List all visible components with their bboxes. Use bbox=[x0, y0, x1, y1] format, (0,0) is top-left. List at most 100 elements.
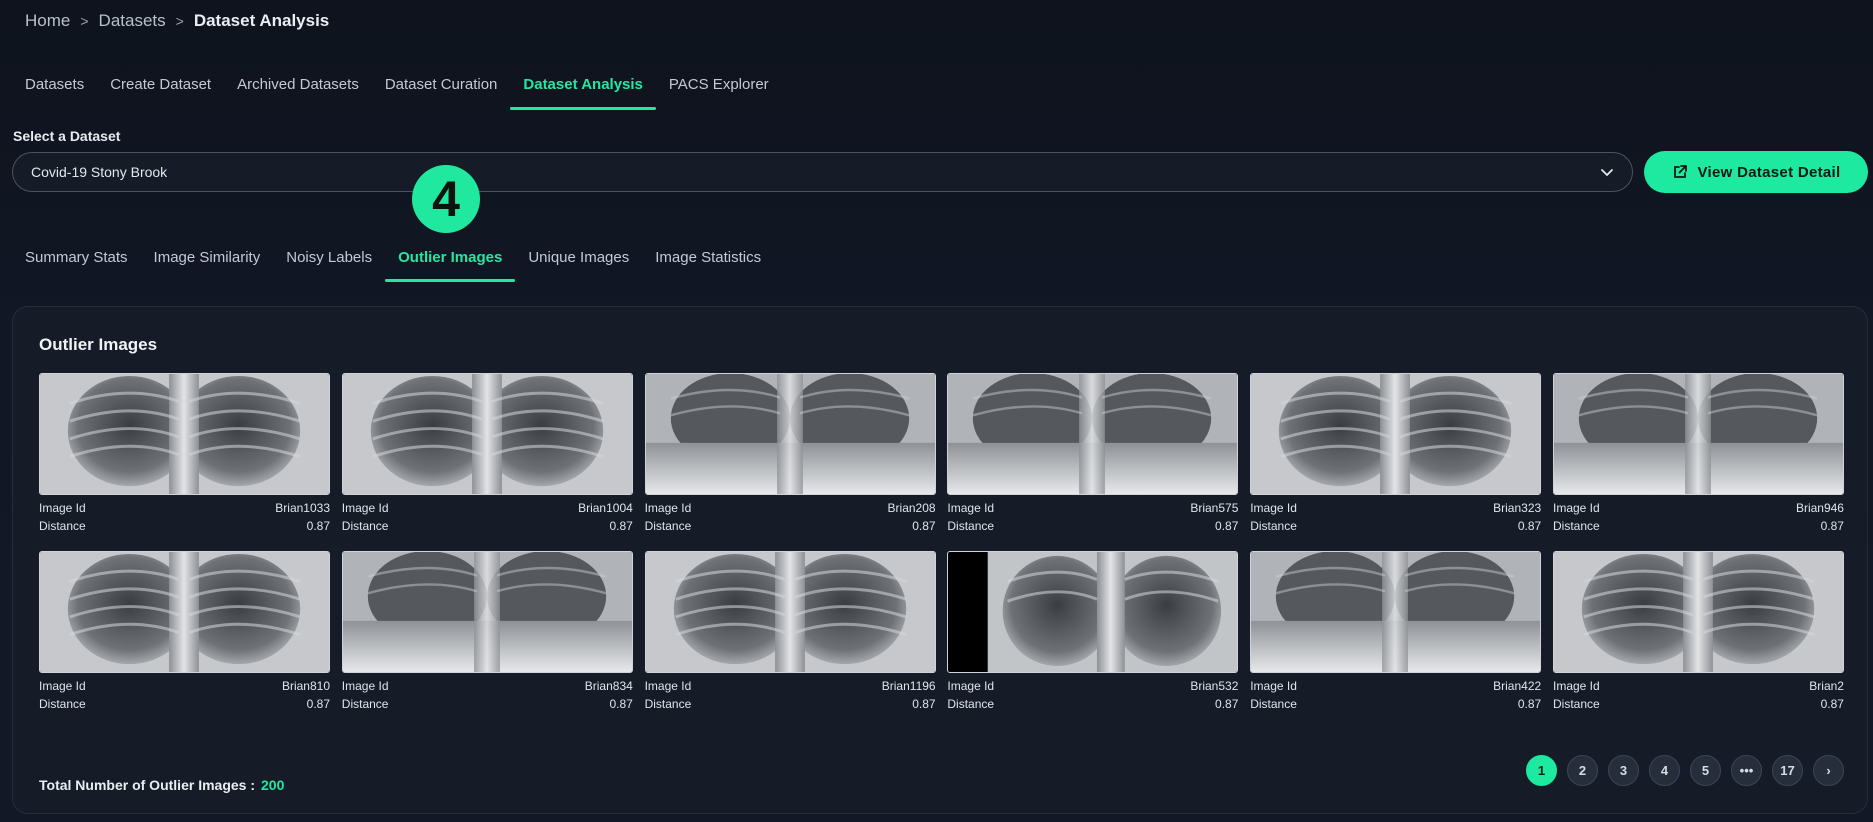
tab-create-dataset[interactable]: Create Dataset bbox=[97, 70, 224, 110]
breadcrumb-datasets[interactable]: Datasets bbox=[99, 11, 166, 31]
step-number-badge: 4 bbox=[412, 165, 480, 233]
xray-thumbnail[interactable] bbox=[1250, 373, 1542, 495]
image-id-label: Image Id bbox=[39, 501, 86, 515]
image-card[interactable]: Image Id Brian1004 Distance 0.87 bbox=[341, 373, 633, 533]
xray-thumbnail[interactable] bbox=[947, 551, 1239, 673]
card-title: Outlier Images bbox=[39, 335, 158, 354]
image-grid: Image Id Brian1033 Distance 0.87 Image Id B… bbox=[39, 373, 1844, 711]
external-link-icon bbox=[1673, 165, 1687, 178]
distance-value: 0.87 bbox=[1215, 697, 1239, 711]
distance-value: 0.87 bbox=[306, 519, 330, 533]
image-id-value: Brian1196 bbox=[881, 679, 936, 693]
page-button-17[interactable]: 17 bbox=[1772, 755, 1803, 786]
image-card[interactable]: Image Id Brian1196 Distance 0.87 bbox=[644, 551, 936, 711]
image-card[interactable]: Image Id Brian810 Distance 0.87 bbox=[39, 551, 330, 711]
distance-value: 0.87 bbox=[609, 697, 633, 711]
view-dataset-detail-label: View Dataset Detail bbox=[1697, 163, 1841, 181]
xray-thumbnail[interactable] bbox=[1552, 373, 1844, 495]
image-id-label: Image Id bbox=[1250, 679, 1297, 693]
distance-label: Distance bbox=[39, 697, 86, 711]
outlier-images-card: Outlier Images Image Id Brian1033 Distanc… bbox=[12, 306, 1868, 814]
tab-archived-datasets[interactable]: Archived Datasets bbox=[224, 70, 372, 110]
xray-thumbnail[interactable] bbox=[39, 373, 330, 495]
xray-thumbnail[interactable] bbox=[39, 551, 330, 673]
tab-dataset-analysis[interactable]: Dataset Analysis bbox=[510, 70, 656, 110]
tab-image-similarity[interactable]: Image Similarity bbox=[141, 244, 274, 282]
tab-image-statistics[interactable]: Image Statistics bbox=[642, 244, 774, 282]
breadcrumb-home[interactable]: Home bbox=[25, 11, 70, 31]
image-id-value: Brian323 bbox=[1493, 501, 1542, 515]
image-id-value: Brian575 bbox=[1190, 501, 1239, 515]
total-value: 200 bbox=[261, 777, 285, 793]
image-id-label: Image Id bbox=[39, 679, 86, 693]
distance-value: 0.87 bbox=[1215, 519, 1239, 533]
image-id-label: Image Id bbox=[644, 679, 692, 693]
image-id-label: Image Id bbox=[1552, 501, 1600, 515]
xray-thumbnail[interactable] bbox=[644, 551, 936, 673]
distance-label: Distance bbox=[341, 697, 389, 711]
distance-value: 0.87 bbox=[1820, 519, 1844, 533]
image-id-label: Image Id bbox=[1552, 679, 1600, 693]
image-id-label: Image Id bbox=[341, 501, 389, 515]
analysis-sub-tabs: Summary Stats Image Similarity Noisy Lab… bbox=[12, 244, 774, 282]
page-button-1[interactable]: 1 bbox=[1526, 755, 1557, 786]
image-id-value: Brian834 bbox=[584, 679, 633, 693]
image-card[interactable]: Image Id Brian946 Distance 0.87 bbox=[1552, 373, 1844, 533]
image-id-label: Image Id bbox=[644, 501, 692, 515]
distance-label: Distance bbox=[1250, 697, 1297, 711]
image-card[interactable]: Image Id Brian2 Distance 0.87 bbox=[1552, 551, 1844, 711]
page-ellipsis-button[interactable]: ••• bbox=[1731, 755, 1762, 786]
xray-thumbnail[interactable] bbox=[947, 373, 1239, 495]
main-nav-tabs: Datasets Create Dataset Archived Dataset… bbox=[12, 70, 782, 110]
image-card[interactable]: Image Id Brian1033 Distance 0.87 bbox=[39, 373, 330, 533]
image-id-value: Brian2 bbox=[1809, 679, 1844, 693]
distance-value: 0.87 bbox=[1517, 697, 1542, 711]
tab-datasets[interactable]: Datasets bbox=[12, 70, 97, 110]
tab-dataset-curation[interactable]: Dataset Curation bbox=[372, 70, 511, 110]
page-button-4[interactable]: 4 bbox=[1649, 755, 1680, 786]
dataset-select[interactable]: Covid-19 Stony Brook bbox=[12, 152, 1633, 192]
tab-pacs-explorer[interactable]: PACS Explorer bbox=[656, 70, 782, 110]
distance-value: 0.87 bbox=[912, 519, 936, 533]
image-id-value: Brian532 bbox=[1190, 679, 1239, 693]
tab-outlier-images[interactable]: Outlier Images bbox=[385, 244, 516, 282]
page-button-5[interactable]: 5 bbox=[1690, 755, 1721, 786]
breadcrumb: Home > Datasets > Dataset Analysis bbox=[25, 8, 329, 34]
xray-thumbnail[interactable] bbox=[341, 373, 633, 495]
xray-thumbnail[interactable] bbox=[341, 551, 633, 673]
xray-thumbnail[interactable] bbox=[1250, 551, 1542, 673]
image-card[interactable]: Image Id Brian834 Distance 0.87 bbox=[341, 551, 633, 711]
chevron-down-icon bbox=[1601, 169, 1613, 176]
distance-label: Distance bbox=[644, 697, 692, 711]
view-dataset-detail-button[interactable]: View Dataset Detail bbox=[1644, 151, 1868, 193]
xray-thumbnail[interactable] bbox=[1552, 551, 1844, 673]
image-id-label: Image Id bbox=[341, 679, 389, 693]
tab-summary-stats[interactable]: Summary Stats bbox=[12, 244, 141, 282]
image-id-value: Brian946 bbox=[1795, 501, 1844, 515]
distance-label: Distance bbox=[947, 519, 995, 533]
distance-label: Distance bbox=[644, 519, 692, 533]
page: Home > Datasets > Dataset Analysis Datas… bbox=[0, 0, 1873, 822]
page-button-2[interactable]: 2 bbox=[1567, 755, 1598, 786]
breadcrumb-separator: > bbox=[175, 13, 184, 29]
tab-unique-images[interactable]: Unique Images bbox=[515, 244, 642, 282]
image-card[interactable]: Image Id Brian323 Distance 0.87 bbox=[1250, 373, 1542, 533]
tab-noisy-labels[interactable]: Noisy Labels bbox=[273, 244, 385, 282]
xray-thumbnail[interactable] bbox=[644, 373, 936, 495]
image-card[interactable]: Image Id Brian422 Distance 0.87 bbox=[1250, 551, 1542, 711]
distance-label: Distance bbox=[1552, 697, 1600, 711]
breadcrumb-separator: > bbox=[80, 13, 89, 29]
image-id-value: Brian1033 bbox=[275, 501, 330, 515]
image-card[interactable]: Image Id Brian532 Distance 0.87 bbox=[947, 551, 1239, 711]
distance-label: Distance bbox=[947, 697, 995, 711]
image-card[interactable]: Image Id Brian575 Distance 0.87 bbox=[947, 373, 1239, 533]
distance-value: 0.87 bbox=[1820, 697, 1844, 711]
dataset-select-label: Select a Dataset bbox=[13, 128, 121, 144]
distance-value: 0.87 bbox=[912, 697, 936, 711]
total-label: Total Number of Outlier Images : bbox=[39, 777, 255, 793]
image-card[interactable]: Image Id Brian208 Distance 0.87 bbox=[644, 373, 936, 533]
image-id-value: Brian208 bbox=[887, 501, 936, 515]
page-button-3[interactable]: 3 bbox=[1608, 755, 1639, 786]
distance-label: Distance bbox=[1250, 519, 1297, 533]
next-page-button[interactable]: › bbox=[1813, 755, 1844, 786]
